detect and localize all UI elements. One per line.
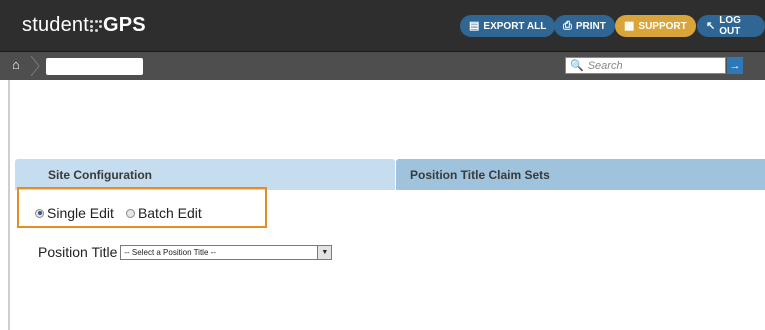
studentgps-logo: student GPS <box>22 14 146 37</box>
export-all-button[interactable]: ▤ EXPORT ALL <box>460 15 556 37</box>
print-label: PRINT <box>575 20 606 32</box>
export-icon: ▤ <box>469 19 480 32</box>
position-title-label: Position Title <box>38 244 118 260</box>
logout-label: LOG OUT <box>719 15 741 37</box>
search-box[interactable]: 🔍 <box>565 57 726 74</box>
tab-label: Site Configuration <box>48 167 152 182</box>
logo-prefix: student <box>22 14 90 36</box>
top-bar: student GPS ▤ EXPORT ALL ⎙ PRINT ▩ SUPPOR… <box>0 0 765 52</box>
search-input[interactable] <box>587 59 718 72</box>
logo-dots-icon <box>90 20 103 32</box>
logo-suffix: GPS <box>103 14 146 36</box>
support-label: SUPPORT <box>638 20 687 32</box>
position-title-selected-value: -- Select a Position Title -- <box>124 247 216 257</box>
batch-edit-label: Batch Edit <box>137 205 202 221</box>
logout-button[interactable]: ↖ LOG OUT <box>697 15 765 37</box>
arrow-right-icon: → <box>729 59 741 72</box>
search-go-button[interactable]: → <box>727 57 743 74</box>
radio-selected-icon <box>35 208 44 218</box>
logout-arrow-icon: ↖ <box>706 19 716 32</box>
page-left-border <box>8 80 10 330</box>
position-title-select[interactable]: -- Select a Position Title -- ▼ <box>120 244 333 260</box>
support-button[interactable]: ▩ SUPPORT <box>615 15 696 37</box>
edit-mode-radio-group: Single Edit Batch Edit <box>35 205 214 221</box>
position-title-field: Position Title -- Select a Position Titl… <box>38 244 333 260</box>
tab-site-configuration[interactable]: Site Configuration <box>15 159 395 190</box>
print-button[interactable]: ⎙ PRINT <box>554 15 615 37</box>
tab-label: Position Title Claim Sets <box>410 167 550 182</box>
breadcrumb[interactable] <box>46 58 143 75</box>
support-icon: ▩ <box>624 19 635 32</box>
single-edit-label: Single Edit <box>47 205 114 221</box>
home-icon[interactable]: ⌂ <box>12 57 20 72</box>
radio-unselected-icon <box>125 208 135 218</box>
single-edit-radio[interactable]: Single Edit <box>35 205 114 221</box>
export-all-label: EXPORT ALL <box>483 20 547 32</box>
batch-edit-radio[interactable]: Batch Edit <box>125 205 202 221</box>
tab-position-title-claim-sets[interactable]: Position Title Claim Sets <box>396 159 765 190</box>
breadcrumb-chevron-icon <box>30 56 40 76</box>
chevron-down-icon: ▼ <box>317 245 332 259</box>
search-icon: 🔍 <box>570 60 584 72</box>
printer-icon: ⎙ <box>563 19 572 32</box>
